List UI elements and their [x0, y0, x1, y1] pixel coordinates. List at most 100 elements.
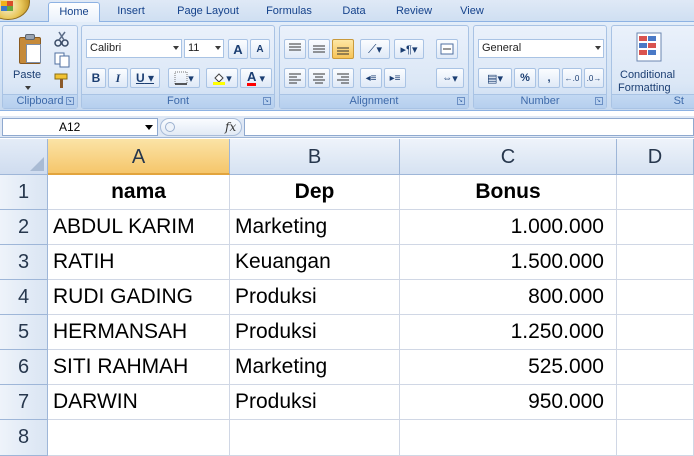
orientation-button[interactable]: ⟋ ▾: [360, 39, 390, 59]
cell-a8[interactable]: [48, 420, 230, 456]
tab-insert[interactable]: Insert: [106, 2, 156, 22]
clipboard-launcher-icon[interactable]: ↘: [66, 97, 74, 105]
shrink-font-button[interactable]: A: [250, 39, 270, 59]
merge-center-button[interactable]: ⇔ ▾: [436, 68, 464, 88]
cell-b7[interactable]: Produksi: [230, 385, 400, 420]
cell-c1[interactable]: Bonus: [400, 175, 617, 210]
grow-font-button[interactable]: A: [228, 39, 248, 59]
conditional-formatting-icon: [636, 32, 662, 62]
office-button[interactable]: [0, 0, 30, 20]
column-header-b[interactable]: B: [230, 139, 400, 175]
cell-a2[interactable]: ABDUL KARIM: [48, 210, 230, 245]
format-painter-icon[interactable]: [53, 73, 71, 89]
fill-color-button[interactable]: ▾: [206, 68, 238, 88]
comma-button[interactable]: ,: [538, 68, 560, 88]
number-launcher-icon[interactable]: ↘: [595, 97, 603, 105]
name-box[interactable]: A12: [2, 118, 158, 136]
percent-icon: %: [520, 72, 530, 84]
column-header-a[interactable]: A: [48, 139, 230, 175]
cell-b6[interactable]: Marketing: [230, 350, 400, 385]
row-header-8[interactable]: 8: [0, 420, 48, 456]
insert-function-button[interactable]: fx: [225, 120, 236, 134]
tab-formulas[interactable]: Formulas: [258, 2, 320, 22]
copy-icon[interactable]: [53, 52, 71, 68]
tab-view[interactable]: View: [451, 2, 493, 22]
row-header-5[interactable]: 5: [0, 315, 48, 350]
cell-a1[interactable]: nama: [48, 175, 230, 210]
font-color-button[interactable]: A ▾: [240, 68, 272, 88]
cell-d5[interactable]: [617, 315, 694, 350]
select-all-corner[interactable]: [0, 139, 48, 175]
row-header-4[interactable]: 4: [0, 280, 48, 315]
align-top-button[interactable]: [284, 39, 306, 59]
cell-d4[interactable]: [617, 280, 694, 315]
cell-b4[interactable]: Produksi: [230, 280, 400, 315]
decrease-decimal-button[interactable]: .0→: [584, 68, 604, 88]
cell-d3[interactable]: [617, 245, 694, 280]
borders-button[interactable]: ▾: [168, 68, 200, 88]
cell-c8[interactable]: [400, 420, 617, 456]
font-name-combo[interactable]: Calibri: [86, 39, 182, 58]
cell-b5[interactable]: Produksi: [230, 315, 400, 350]
align-bottom-button[interactable]: [332, 39, 354, 59]
align-middle-button[interactable]: [308, 39, 330, 59]
column-header-d[interactable]: D: [617, 139, 694, 175]
cell-a6[interactable]: SITI RAHMAH: [48, 350, 230, 385]
cell-a4[interactable]: RUDI GADING: [48, 280, 230, 315]
cell-d7[interactable]: [617, 385, 694, 420]
cell-b2[interactable]: Marketing: [230, 210, 400, 245]
italic-button[interactable]: I: [108, 68, 128, 88]
row-header-2[interactable]: 2: [0, 210, 48, 245]
font-launcher-icon[interactable]: ↘: [263, 97, 271, 105]
cut-icon[interactable]: [53, 31, 71, 47]
cell-a3[interactable]: RATIH: [48, 245, 230, 280]
name-box-dropdown-icon[interactable]: [145, 125, 153, 130]
cell-c4[interactable]: 800.000: [400, 280, 617, 315]
merge-button[interactable]: [436, 39, 458, 59]
increase-indent-button[interactable]: ▸≡: [384, 68, 406, 88]
align-left-button[interactable]: [284, 68, 306, 88]
underline-button[interactable]: U ▾: [130, 68, 160, 88]
row-header-7[interactable]: 7: [0, 385, 48, 420]
row-header-1[interactable]: 1: [0, 175, 48, 210]
accounting-icon: ▤: [487, 72, 498, 85]
cell-d8[interactable]: [617, 420, 694, 456]
conditional-formatting-button[interactable]: Conditional Formatting: [612, 26, 688, 94]
row-header-3[interactable]: 3: [0, 245, 48, 280]
cell-c5[interactable]: 1.250.000: [400, 315, 617, 350]
cell-a5[interactable]: HERMANSAH: [48, 315, 230, 350]
cell-a7[interactable]: DARWIN: [48, 385, 230, 420]
cell-c6[interactable]: 525.000: [400, 350, 617, 385]
cell-b8[interactable]: [230, 420, 400, 456]
name-box-value: A12: [59, 120, 81, 134]
align-center-button[interactable]: [308, 68, 330, 88]
cell-c2[interactable]: 1.000.000: [400, 210, 617, 245]
column-header-c[interactable]: C: [400, 139, 617, 175]
cell-c7[interactable]: 950.000: [400, 385, 617, 420]
cell-d2[interactable]: [617, 210, 694, 245]
cell-c3[interactable]: 1.500.000: [400, 245, 617, 280]
cell-b1[interactable]: Dep: [230, 175, 400, 210]
font-group-label: Font: [82, 94, 274, 108]
tab-review[interactable]: Review: [386, 2, 442, 22]
align-right-button[interactable]: [332, 68, 354, 88]
tab-home[interactable]: Home: [48, 2, 100, 23]
font-size-combo[interactable]: 11: [184, 39, 224, 58]
formula-input[interactable]: [244, 118, 694, 136]
row-header-6[interactable]: 6: [0, 350, 48, 385]
cell-b3[interactable]: Keuangan: [230, 245, 400, 280]
tab-data[interactable]: Data: [333, 2, 375, 22]
percent-button[interactable]: %: [514, 68, 536, 88]
decrease-indent-button[interactable]: ◂≡: [360, 68, 382, 88]
alignment-launcher-icon[interactable]: ↘: [457, 97, 465, 105]
cell-d1[interactable]: [617, 175, 694, 210]
cell-d6[interactable]: [617, 350, 694, 385]
tab-page-layout[interactable]: Page Layout: [168, 2, 248, 22]
accounting-button[interactable]: ▤ ▾: [478, 68, 512, 88]
number-format-combo[interactable]: General: [478, 39, 604, 58]
wrap-text-button[interactable]: ▸¶ ▾: [394, 39, 424, 59]
bold-button[interactable]: B: [86, 68, 106, 88]
paste-button[interactable]: Paste: [3, 26, 49, 94]
increase-decimal-button[interactable]: ←.0: [562, 68, 582, 88]
formula-bar-handle-icon[interactable]: [165, 122, 175, 132]
